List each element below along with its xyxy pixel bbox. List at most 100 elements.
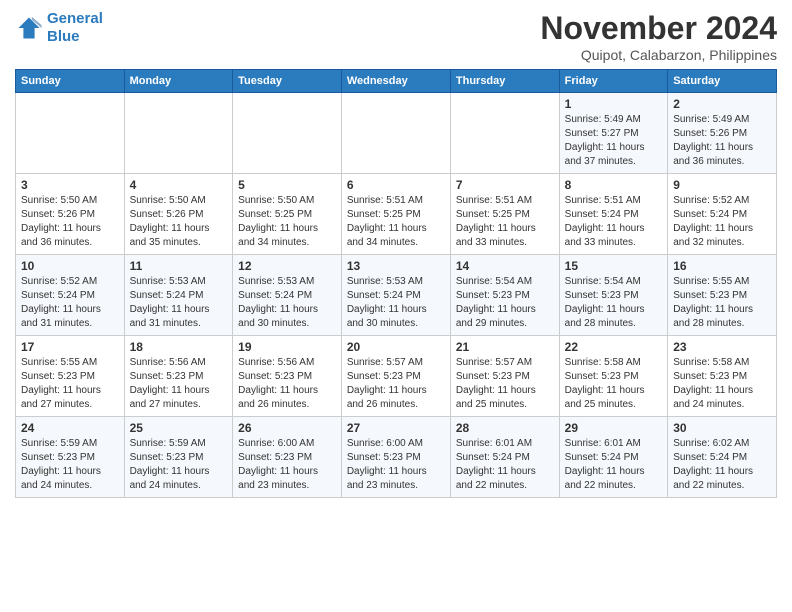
- day-info: Sunrise: 5:51 AM Sunset: 5:25 PM Dayligh…: [456, 194, 554, 250]
- day-number: 8: [565, 178, 663, 192]
- day-number: 13: [347, 259, 445, 273]
- day-number: 14: [456, 259, 554, 273]
- calendar-day-cell: [341, 93, 450, 174]
- calendar-day-cell: 26 Sunrise: 6:00 AM Sunset: 5:23 PM Dayli…: [233, 417, 342, 498]
- day-info: Sunrise: 5:53 AM Sunset: 5:24 PM Dayligh…: [347, 275, 445, 331]
- location-subtitle: Quipot, Calabarzon, Philippines: [540, 47, 777, 63]
- day-number: 18: [130, 340, 228, 354]
- day-info: Sunrise: 5:59 AM Sunset: 5:23 PM Dayligh…: [130, 437, 228, 493]
- day-number: 15: [565, 259, 663, 273]
- day-number: 10: [21, 259, 119, 273]
- weekday-header-cell: Sunday: [16, 70, 125, 93]
- day-info: Sunrise: 5:53 AM Sunset: 5:24 PM Dayligh…: [238, 275, 336, 331]
- day-number: 16: [673, 259, 771, 273]
- calendar-body: 1 Sunrise: 5:49 AM Sunset: 5:27 PM Daylig…: [16, 93, 777, 498]
- calendar-day-cell: 7 Sunrise: 5:51 AM Sunset: 5:25 PM Daylig…: [450, 174, 559, 255]
- day-info: Sunrise: 5:52 AM Sunset: 5:24 PM Dayligh…: [673, 194, 771, 250]
- calendar-header: SundayMondayTuesdayWednesdayThursdayFrid…: [16, 70, 777, 93]
- day-number: 4: [130, 178, 228, 192]
- day-info: Sunrise: 5:49 AM Sunset: 5:27 PM Dayligh…: [565, 113, 663, 169]
- weekday-header-cell: Saturday: [668, 70, 777, 93]
- day-info: Sunrise: 5:56 AM Sunset: 5:23 PM Dayligh…: [238, 356, 336, 412]
- day-info: Sunrise: 5:50 AM Sunset: 5:26 PM Dayligh…: [21, 194, 119, 250]
- weekday-header-row: SundayMondayTuesdayWednesdayThursdayFrid…: [16, 70, 777, 93]
- day-info: Sunrise: 5:55 AM Sunset: 5:23 PM Dayligh…: [673, 275, 771, 331]
- day-number: 3: [21, 178, 119, 192]
- calendar-day-cell: 4 Sunrise: 5:50 AM Sunset: 5:26 PM Daylig…: [124, 174, 233, 255]
- day-info: Sunrise: 5:51 AM Sunset: 5:25 PM Dayligh…: [347, 194, 445, 250]
- day-info: Sunrise: 5:59 AM Sunset: 5:23 PM Dayligh…: [21, 437, 119, 493]
- day-number: 12: [238, 259, 336, 273]
- day-info: Sunrise: 5:54 AM Sunset: 5:23 PM Dayligh…: [565, 275, 663, 331]
- weekday-header-cell: Monday: [124, 70, 233, 93]
- calendar-day-cell: 27 Sunrise: 6:00 AM Sunset: 5:23 PM Dayli…: [341, 417, 450, 498]
- calendar-day-cell: [16, 93, 125, 174]
- day-info: Sunrise: 5:52 AM Sunset: 5:24 PM Dayligh…: [21, 275, 119, 331]
- page: General Blue November 2024 Quipot, Calab…: [0, 0, 792, 508]
- day-number: 22: [565, 340, 663, 354]
- calendar-week-row: 24 Sunrise: 5:59 AM Sunset: 5:23 PM Dayli…: [16, 417, 777, 498]
- calendar-day-cell: 14Sunrise: 5:54 AM Sunset: 5:23 PM Dayli…: [450, 255, 559, 336]
- calendar-day-cell: 3 Sunrise: 5:50 AM Sunset: 5:26 PM Daylig…: [16, 174, 125, 255]
- calendar-day-cell: 19 Sunrise: 5:56 AM Sunset: 5:23 PM Dayli…: [233, 336, 342, 417]
- calendar-day-cell: 21Sunrise: 5:57 AM Sunset: 5:23 PM Dayli…: [450, 336, 559, 417]
- calendar-day-cell: 12 Sunrise: 5:53 AM Sunset: 5:24 PM Dayli…: [233, 255, 342, 336]
- calendar-day-cell: 9 Sunrise: 5:52 AM Sunset: 5:24 PM Daylig…: [668, 174, 777, 255]
- day-number: 23: [673, 340, 771, 354]
- weekday-header-cell: Tuesday: [233, 70, 342, 93]
- day-number: 6: [347, 178, 445, 192]
- calendar-day-cell: 10 Sunrise: 5:52 AM Sunset: 5:24 PM Dayli…: [16, 255, 125, 336]
- calendar-day-cell: 2Sunrise: 5:49 AM Sunset: 5:26 PM Daylig…: [668, 93, 777, 174]
- weekday-header-cell: Wednesday: [341, 70, 450, 93]
- calendar-day-cell: 11 Sunrise: 5:53 AM Sunset: 5:24 PM Dayli…: [124, 255, 233, 336]
- calendar-day-cell: 5 Sunrise: 5:50 AM Sunset: 5:25 PM Daylig…: [233, 174, 342, 255]
- day-info: Sunrise: 5:50 AM Sunset: 5:25 PM Dayligh…: [238, 194, 336, 250]
- calendar-day-cell: 6 Sunrise: 5:51 AM Sunset: 5:25 PM Daylig…: [341, 174, 450, 255]
- calendar-day-cell: [233, 93, 342, 174]
- day-number: 28: [456, 421, 554, 435]
- day-number: 1: [565, 97, 663, 111]
- day-info: Sunrise: 5:57 AM Sunset: 5:23 PM Dayligh…: [347, 356, 445, 412]
- day-info: Sunrise: 6:00 AM Sunset: 5:23 PM Dayligh…: [238, 437, 336, 493]
- day-number: 21: [456, 340, 554, 354]
- day-number: 26: [238, 421, 336, 435]
- calendar-week-row: 1 Sunrise: 5:49 AM Sunset: 5:27 PM Daylig…: [16, 93, 777, 174]
- day-number: 7: [456, 178, 554, 192]
- day-number: 30: [673, 421, 771, 435]
- day-number: 17: [21, 340, 119, 354]
- calendar-day-cell: 8Sunrise: 5:51 AM Sunset: 5:24 PM Daylig…: [559, 174, 668, 255]
- calendar-day-cell: 16 Sunrise: 5:55 AM Sunset: 5:23 PM Dayli…: [668, 255, 777, 336]
- day-number: 5: [238, 178, 336, 192]
- calendar-day-cell: 30Sunrise: 6:02 AM Sunset: 5:24 PM Dayli…: [668, 417, 777, 498]
- calendar-day-cell: 25 Sunrise: 5:59 AM Sunset: 5:23 PM Dayli…: [124, 417, 233, 498]
- day-number: 9: [673, 178, 771, 192]
- day-number: 20: [347, 340, 445, 354]
- calendar-day-cell: 1 Sunrise: 5:49 AM Sunset: 5:27 PM Daylig…: [559, 93, 668, 174]
- calendar-day-cell: 24 Sunrise: 5:59 AM Sunset: 5:23 PM Dayli…: [16, 417, 125, 498]
- calendar-day-cell: [124, 93, 233, 174]
- weekday-header-cell: Friday: [559, 70, 668, 93]
- day-number: 24: [21, 421, 119, 435]
- day-number: 19: [238, 340, 336, 354]
- calendar-day-cell: 28Sunrise: 6:01 AM Sunset: 5:24 PM Dayli…: [450, 417, 559, 498]
- logo-text: General Blue: [47, 10, 103, 46]
- calendar-week-row: 3 Sunrise: 5:50 AM Sunset: 5:26 PM Daylig…: [16, 174, 777, 255]
- day-info: Sunrise: 5:58 AM Sunset: 5:23 PM Dayligh…: [673, 356, 771, 412]
- day-info: Sunrise: 6:00 AM Sunset: 5:23 PM Dayligh…: [347, 437, 445, 493]
- day-number: 27: [347, 421, 445, 435]
- calendar-day-cell: 29Sunrise: 6:01 AM Sunset: 5:24 PM Dayli…: [559, 417, 668, 498]
- logo: General Blue: [15, 10, 103, 46]
- calendar-day-cell: 20 Sunrise: 5:57 AM Sunset: 5:23 PM Dayli…: [341, 336, 450, 417]
- logo-icon: [15, 14, 43, 42]
- calendar-day-cell: [450, 93, 559, 174]
- day-info: Sunrise: 5:58 AM Sunset: 5:23 PM Dayligh…: [565, 356, 663, 412]
- calendar-day-cell: 17Sunrise: 5:55 AM Sunset: 5:23 PM Dayli…: [16, 336, 125, 417]
- day-info: Sunrise: 5:50 AM Sunset: 5:26 PM Dayligh…: [130, 194, 228, 250]
- day-number: 25: [130, 421, 228, 435]
- day-info: Sunrise: 5:53 AM Sunset: 5:24 PM Dayligh…: [130, 275, 228, 331]
- month-title: November 2024: [540, 10, 777, 47]
- day-number: 11: [130, 259, 228, 273]
- calendar-day-cell: 23 Sunrise: 5:58 AM Sunset: 5:23 PM Dayli…: [668, 336, 777, 417]
- calendar-week-row: 17Sunrise: 5:55 AM Sunset: 5:23 PM Dayli…: [16, 336, 777, 417]
- day-number: 29: [565, 421, 663, 435]
